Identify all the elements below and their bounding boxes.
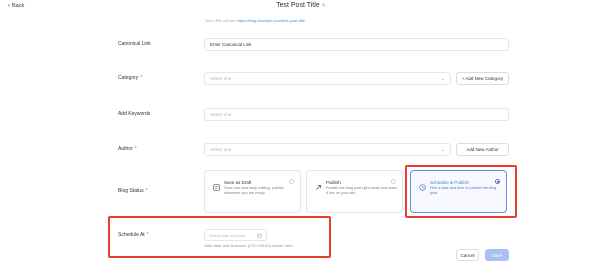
required-marker: * — [145, 188, 148, 194]
status-option-title: Schedule & Publish — [430, 180, 470, 185]
status-option-desc: Save now and keep editing, publish whene… — [224, 186, 284, 195]
required-marker: * — [146, 232, 149, 238]
add-category-button[interactable]: + Add New Category — [456, 72, 509, 85]
radio-button[interactable] — [391, 179, 396, 184]
schedule-hint: Valid date and timezone (UTC+00:00) show… — [204, 243, 293, 248]
calendar-icon — [257, 233, 262, 238]
keywords-placeholder: Select one — [210, 112, 232, 117]
radio-button-selected[interactable] — [495, 179, 500, 184]
url-link[interactable]: https://blog.example.com/test-post-title — [237, 18, 305, 23]
url-preview: Your URL will be: https://blog.example.c… — [205, 18, 305, 23]
category-label-text: Category — [118, 75, 139, 81]
blog-status-label-text: Blog Status — [118, 188, 144, 194]
chevron-down-icon: ⌄ — [440, 147, 445, 153]
canonical-link-label-text: Canonical Link — [118, 41, 151, 47]
category-label: Category * — [118, 75, 142, 81]
save-button[interactable]: Save — [485, 249, 509, 261]
schedule-at-label: Schedule At * — [118, 232, 149, 238]
keywords-label-text: Add Keywords — [118, 111, 151, 117]
status-option-desc: Pick a date and time to publish the blog… — [430, 186, 497, 195]
keywords-label: Add Keywords — [118, 111, 150, 117]
cancel-button[interactable]: Cancel — [456, 249, 479, 261]
status-option-schedule[interactable]: Schedule & Publish Pick a date and time … — [410, 170, 507, 213]
publish-icon — [316, 185, 321, 190]
author-label: Author * — [118, 146, 137, 152]
required-marker: * — [140, 75, 143, 81]
schedule-date-input[interactable]: Select date and time — [204, 229, 267, 241]
page-title-text: Test Post Title — [276, 2, 320, 9]
draft-icon — [213, 184, 220, 191]
schedule-at-label-text: Schedule At — [118, 232, 145, 238]
author-select[interactable]: Select one ⌄ — [204, 143, 451, 156]
status-option-title: Publish — [326, 180, 341, 185]
canonical-link-input[interactable]: Enter Canonical Link — [204, 38, 509, 51]
required-marker: * — [134, 146, 137, 152]
canonical-link-label: Canonical Link — [118, 41, 151, 47]
radio-button[interactable] — [289, 179, 294, 184]
status-option-publish[interactable]: Publish Publish the blog post right away… — [306, 170, 403, 213]
blog-status-label: Blog Status * — [118, 188, 148, 194]
edit-title-icon[interactable]: ✎ — [322, 3, 326, 9]
keywords-input[interactable]: Select one — [204, 108, 509, 121]
url-prefix: Your URL will be: — [205, 18, 236, 23]
status-option-title: Save as Draft — [224, 180, 252, 185]
add-author-button[interactable]: Add New Author — [456, 143, 509, 156]
status-option-desc: Publish the blog post right away and mak… — [326, 186, 398, 195]
category-placeholder: Select one — [210, 76, 232, 81]
top-bar: ‹ Back Test Post Title ✎ — [0, 0, 602, 14]
author-placeholder: Select one — [210, 147, 232, 152]
schedule-icon — [419, 184, 426, 191]
status-option-draft[interactable]: Save as Draft Save now and keep editing,… — [204, 170, 301, 213]
schedule-date-placeholder: Select date and time — [209, 233, 246, 238]
chevron-down-icon: ⌄ — [440, 76, 445, 82]
page-title: Test Post Title ✎ — [0, 2, 602, 9]
category-select[interactable]: Select one ⌄ — [204, 72, 451, 85]
author-label-text: Author — [118, 146, 133, 152]
